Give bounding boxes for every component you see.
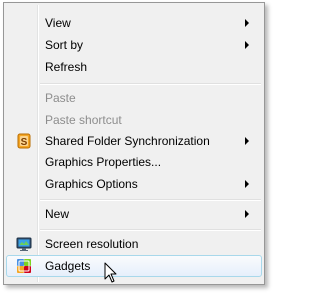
- menu-item-shared-folder-sync[interactable]: S Shared Folder Synchronization: [6, 130, 262, 152]
- menu-item-label: View: [45, 16, 71, 30]
- menu-separator: [40, 83, 261, 85]
- menu-item-graphics-options[interactable]: Graphics Options: [6, 173, 262, 195]
- monitor-icon: [16, 236, 32, 252]
- menu-item-label: Shared Folder Synchronization: [45, 134, 210, 148]
- menu-item-view[interactable]: View: [6, 12, 262, 34]
- submenu-arrow-icon: [245, 41, 249, 49]
- menu-item-graphics-properties[interactable]: Graphics Properties...: [6, 151, 262, 173]
- submenu-arrow-icon: [245, 19, 249, 27]
- gadgets-icon: [16, 258, 32, 274]
- desktop-context-menu: View Sort by Refresh Paste Paste shortcu…: [3, 2, 265, 285]
- menu-separator: [40, 199, 261, 201]
- menu-separator: [40, 229, 261, 231]
- submenu-arrow-icon: [245, 137, 249, 145]
- mouse-pointer-icon: [104, 262, 118, 284]
- menu-item-paste-shortcut: Paste shortcut: [6, 109, 262, 131]
- menu-item-label: Gadgets: [45, 259, 91, 273]
- menu-item-sort-by[interactable]: Sort by: [6, 34, 262, 56]
- shared-folder-sync-icon: S: [16, 133, 32, 149]
- menu-item-label: Refresh: [45, 60, 88, 74]
- menu-item-label: Graphics Properties...: [45, 155, 162, 169]
- menu-item-refresh[interactable]: Refresh: [6, 56, 262, 78]
- menu-item-paste: Paste: [6, 87, 262, 109]
- menu-item-label: New: [45, 207, 70, 221]
- menu-item-screen-resolution[interactable]: Screen resolution: [6, 233, 262, 255]
- submenu-arrow-icon: [245, 180, 249, 188]
- menu-item-label: Screen resolution: [45, 237, 139, 251]
- menu-item-new[interactable]: New: [6, 203, 262, 225]
- menu-item-gadgets[interactable]: Gadgets: [6, 255, 262, 277]
- menu-item-label: Graphics Options: [45, 177, 138, 191]
- menu-item-label: Sort by: [45, 38, 84, 52]
- menu-item-label: Paste shortcut: [45, 113, 122, 127]
- svg-text:S: S: [21, 137, 28, 148]
- menu-item-label: Paste: [45, 91, 76, 105]
- submenu-arrow-icon: [245, 210, 249, 218]
